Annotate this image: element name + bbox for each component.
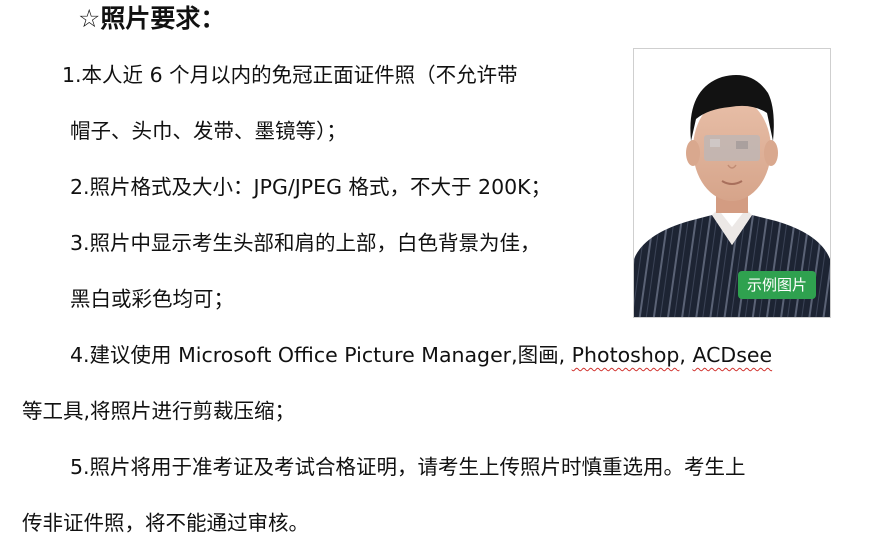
- requirement-4-line-2: 等工具,将照片进行剪裁压缩；: [22, 399, 296, 423]
- requirement-5-line-1: 5.照片将用于准考证及考试合格证明，请考生上传照片时慎重选用。考生上: [70, 455, 746, 479]
- sample-photo-badge: 示例图片: [737, 271, 816, 299]
- requirement-4-text: 4.建议使用 Microsoft Office Picture Manager,…: [70, 343, 572, 367]
- photoshop-word: Photoshop: [571, 343, 680, 367]
- sample-photo: 示例图片: [633, 48, 831, 318]
- requirement-3-line-1: 3.照片中显示考生头部和肩的上部，白色背景为佳，: [70, 231, 541, 255]
- requirement-2: 2.照片格式及大小：JPG/JPEG 格式，不大于 200K；: [70, 175, 552, 199]
- requirement-5-line-2: 传非证件照，将不能通过审核。: [22, 511, 309, 535]
- requirement-1-line-1: 1.本人近 6 个月以内的免冠正面证件照（不允许带: [62, 63, 518, 87]
- requirement-4-line-1: 4.建议使用 Microsoft Office Picture Manager,…: [70, 340, 772, 370]
- acdsee-word: ACDsee: [692, 343, 773, 367]
- requirement-3-line-2: 黑白或彩色均可；: [70, 287, 234, 311]
- requirement-1-line-2: 帽子、头巾、发带、墨镜等）；: [70, 119, 347, 143]
- photo-requirements-heading: ☆照片要求：: [78, 4, 226, 33]
- word-separator: ,: [679, 343, 693, 367]
